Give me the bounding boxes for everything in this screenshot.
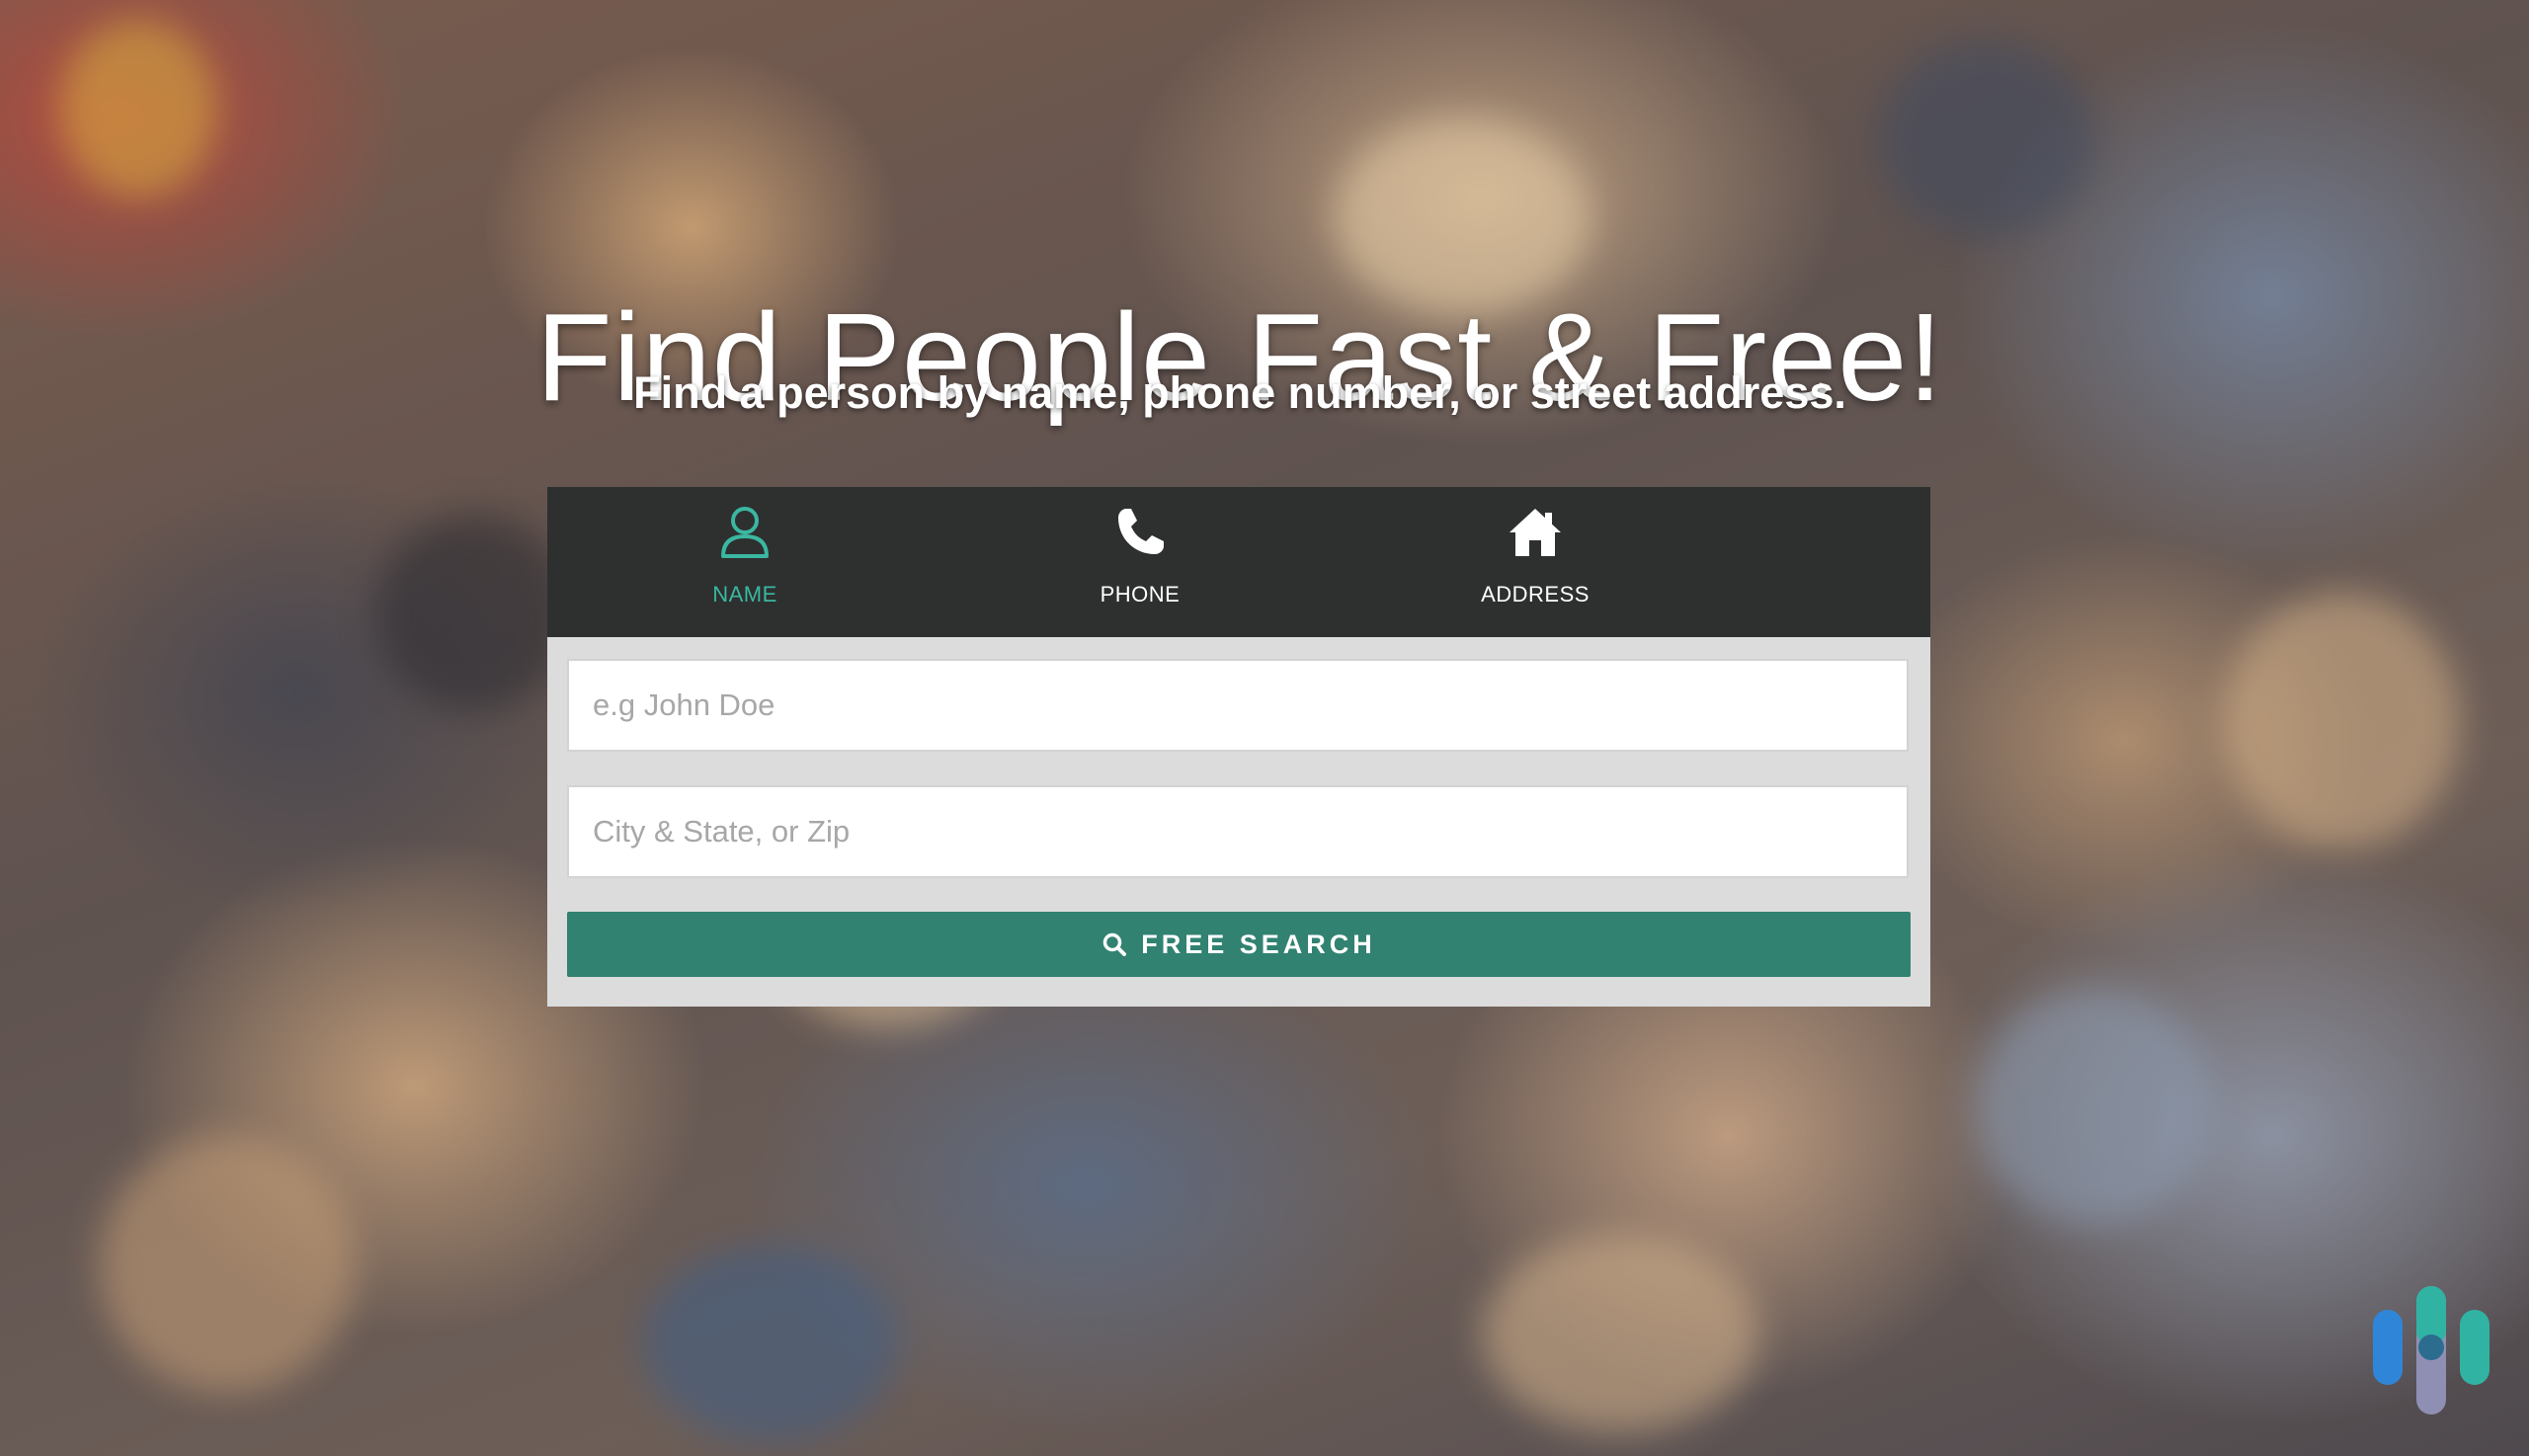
tab-phone[interactable]: PHONE — [942, 487, 1338, 637]
free-search-label: FREE SEARCH — [1141, 929, 1376, 959]
search-form: FREE SEARCH — [547, 637, 1930, 1007]
free-search-button[interactable]: FREE SEARCH — [567, 912, 1911, 977]
name-input[interactable] — [567, 659, 1909, 752]
user-icon — [721, 507, 769, 558]
page-subtitle: Find a person by name, phone number, or … — [633, 367, 1846, 418]
tab-address-label: ADDRESS — [1481, 582, 1590, 607]
brand-logo-icon — [2373, 1286, 2489, 1415]
tab-name[interactable]: NAME — [547, 487, 942, 653]
phone-icon — [1118, 509, 1164, 554]
tab-address[interactable]: ADDRESS — [1338, 487, 1733, 637]
search-widget: NAME PHONE ADDRESS FREE SEARCH — [547, 487, 1930, 1007]
home-icon — [1509, 509, 1561, 556]
tab-name-label: NAME — [712, 582, 777, 607]
search-icon — [1102, 932, 1127, 956]
tab-phone-label: PHONE — [1100, 582, 1181, 607]
location-input[interactable] — [567, 785, 1909, 878]
search-tabs: NAME PHONE ADDRESS — [547, 487, 1930, 653]
